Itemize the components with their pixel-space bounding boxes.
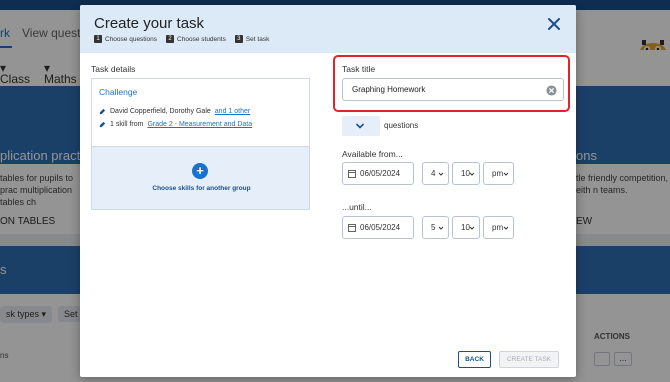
step-number: 3 — [234, 35, 243, 43]
step-indicator: 1 Choose questions 2 Choose students 3 S… — [94, 35, 269, 43]
close-icon[interactable] — [546, 16, 562, 32]
task-title-input[interactable]: Graphing Homework — [342, 78, 564, 101]
available-from-label: Available from... — [342, 149, 403, 159]
challenge-card: Challenge David Copperfield, Dorothy Gal… — [91, 78, 310, 147]
challenge-title: Challenge — [99, 87, 138, 97]
question-count-select[interactable] — [342, 116, 380, 136]
from-hour-value: 4 — [431, 169, 436, 178]
step-choose-questions: 1 Choose questions — [94, 35, 157, 43]
from-date-input[interactable]: 06/05/2024 — [342, 162, 414, 185]
step-number: 1 — [94, 35, 102, 43]
create-task-dialog: Create your task 1 Choose questions 2 Ch… — [80, 5, 576, 377]
task-title-value: Graphing Homework — [352, 85, 426, 94]
more-students-link[interactable]: and 1 other — [215, 108, 250, 115]
skills-summary: 1 skill from Grade 2 - Measurement and D… — [99, 121, 252, 128]
task-title-label: Task title — [342, 64, 376, 74]
add-group-label: Choose skills for another group — [152, 185, 251, 192]
from-ampm-select[interactable]: pm — [483, 162, 514, 185]
chevron-down-icon — [503, 172, 509, 176]
step-label: Set task — [245, 35, 270, 43]
dialog-title: Create your task — [94, 15, 205, 32]
back-button[interactable]: BACK — [458, 351, 491, 368]
chevron-down-icon — [469, 172, 475, 176]
chevron-down-icon — [438, 226, 444, 230]
until-ampm-value: pm — [492, 223, 504, 232]
create-task-button[interactable]: CREATE TASK — [499, 351, 559, 368]
chevron-down-icon — [469, 226, 475, 230]
add-group-button[interactable]: + Choose skills for another group — [91, 146, 310, 210]
step-set-task: 3 Set task — [234, 35, 270, 43]
until-date-value: 06/05/2024 — [360, 223, 401, 232]
questions-label: questions — [384, 121, 419, 130]
edit-icon — [99, 121, 106, 128]
chevron-down-icon — [503, 226, 509, 230]
skills-text: 1 skill from — [110, 121, 144, 128]
step-number: 2 — [166, 35, 175, 43]
edit-icon — [99, 108, 106, 115]
students-text: David Copperfield, Dorothy Gale — [110, 108, 211, 115]
chevron-down-icon — [356, 123, 364, 129]
from-ampm-value: pm — [492, 169, 504, 178]
until-ampm-select[interactable]: pm — [483, 216, 514, 239]
step-label: Choose questions — [105, 35, 158, 43]
students-summary: David Copperfield, Dorothy Gale and 1 ot… — [99, 108, 250, 115]
from-date-value: 06/05/2024 — [360, 169, 401, 178]
chevron-down-icon — [438, 172, 444, 176]
until-hour-value: 5 — [431, 223, 436, 232]
step-choose-students: 2 Choose students — [166, 35, 226, 43]
until-date-input[interactable]: 06/05/2024 — [342, 216, 414, 239]
clear-icon[interactable] — [546, 85, 557, 96]
until-label: ...until... — [342, 202, 372, 212]
from-hour-select[interactable]: 4 — [422, 162, 449, 185]
until-hour-select[interactable]: 5 — [422, 216, 449, 239]
task-details-label: Task details — [91, 64, 136, 74]
calendar-icon — [348, 170, 356, 178]
until-minute-select[interactable]: 10 — [452, 216, 480, 239]
plus-icon: + — [192, 163, 208, 179]
step-label: Choose students — [177, 35, 226, 43]
skill-group-link[interactable]: Grade 2 - Measurement and Data — [147, 121, 252, 128]
calendar-icon — [348, 224, 356, 232]
dialog-header: Create your task 1 Choose questions 2 Ch… — [80, 5, 576, 53]
from-minute-select[interactable]: 10 — [452, 162, 480, 185]
